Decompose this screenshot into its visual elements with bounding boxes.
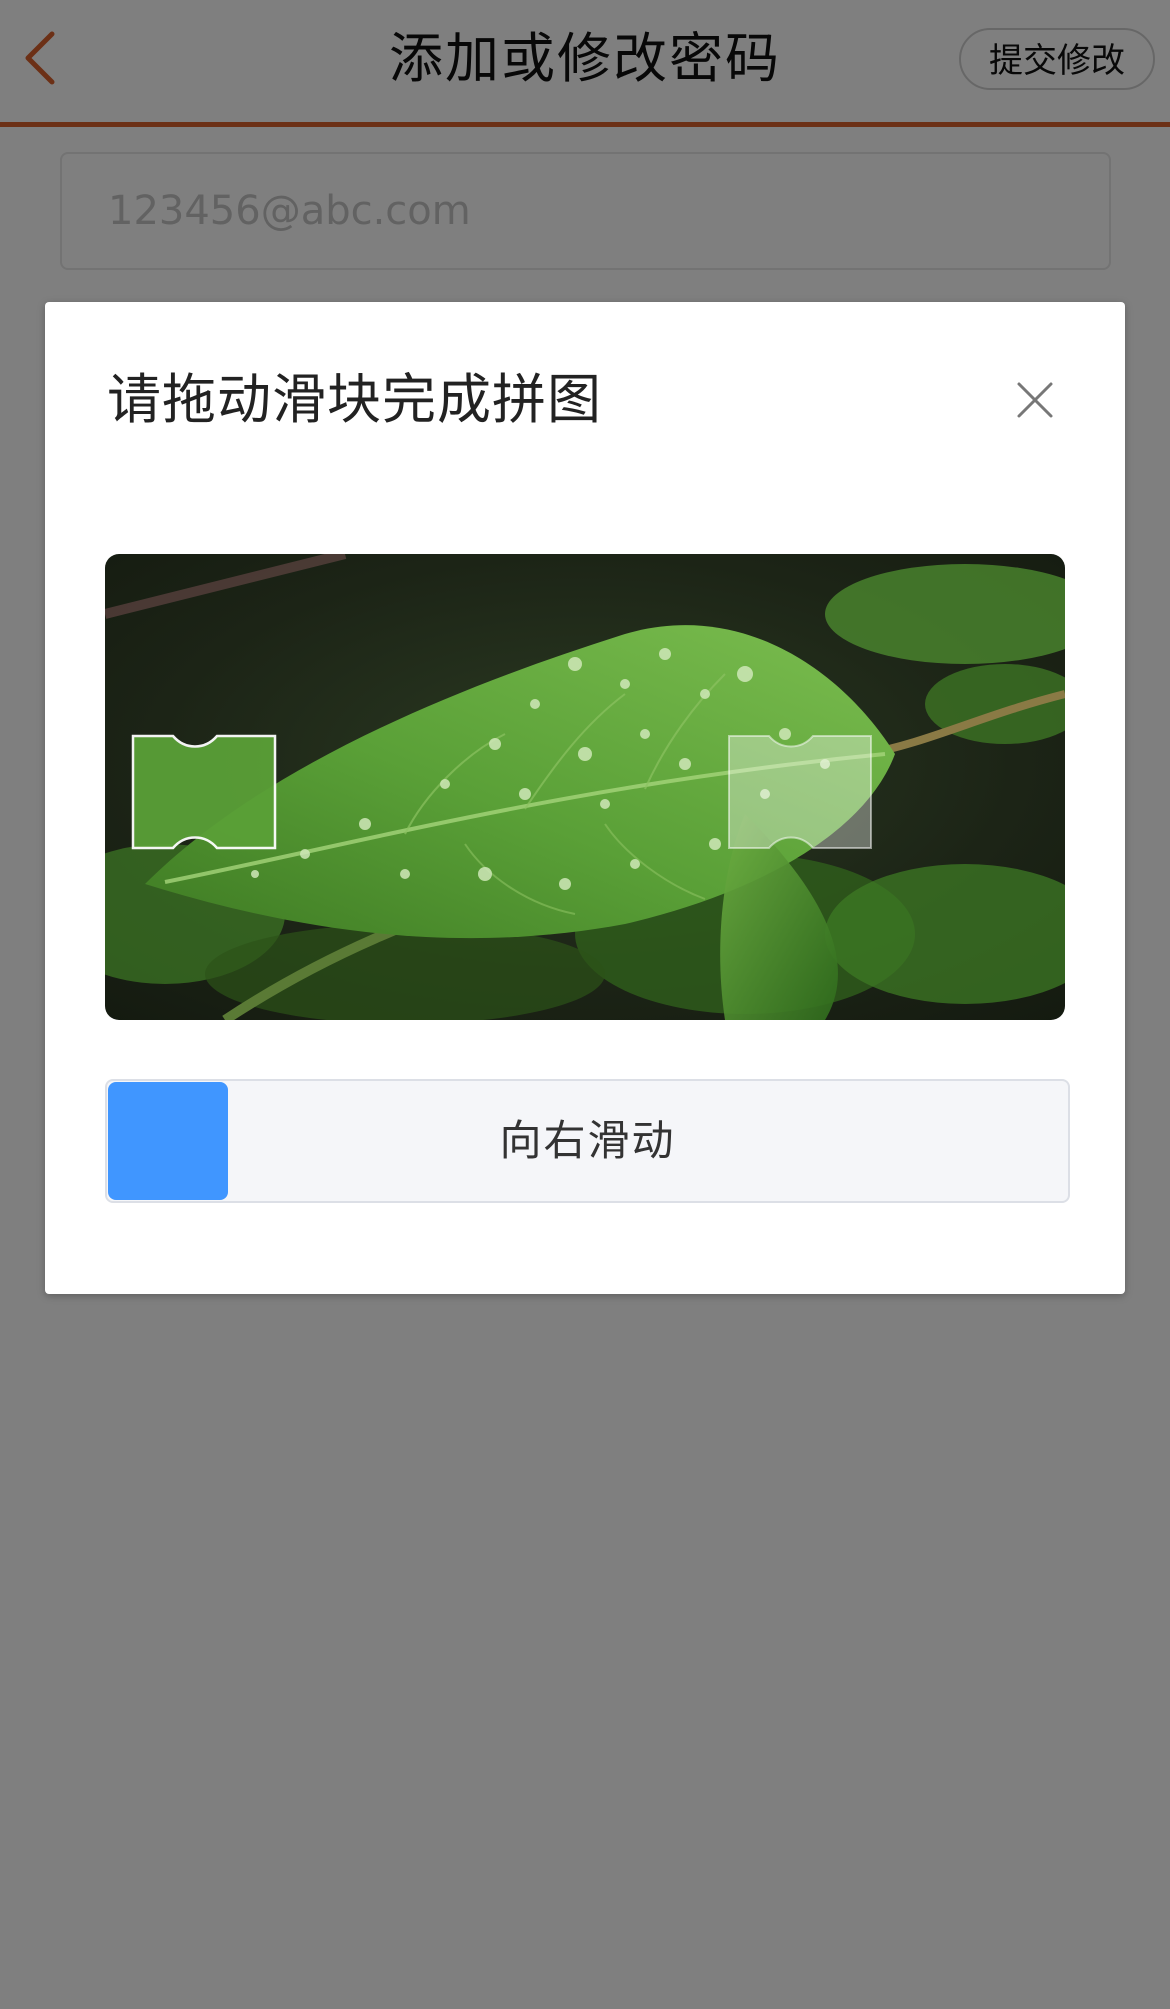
slider-track[interactable]: 向右滑动	[105, 1079, 1070, 1203]
slider-hint: 向右滑动	[499, 1116, 676, 1165]
puzzle-image	[105, 554, 1065, 1020]
close-icon	[1017, 382, 1053, 418]
slider-handle[interactable]	[108, 1082, 228, 1200]
dialog-title: 请拖动滑块完成拼图	[107, 368, 602, 431]
close-button[interactable]	[1011, 376, 1059, 424]
leaf-photo	[105, 554, 1065, 1020]
screen: 添加或修改密码 提交修改 123456@abc.com 请拖动滑块完成拼图	[0, 0, 1170, 2009]
captcha-dialog: 请拖动滑块完成拼图 向右滑动	[45, 302, 1125, 1294]
